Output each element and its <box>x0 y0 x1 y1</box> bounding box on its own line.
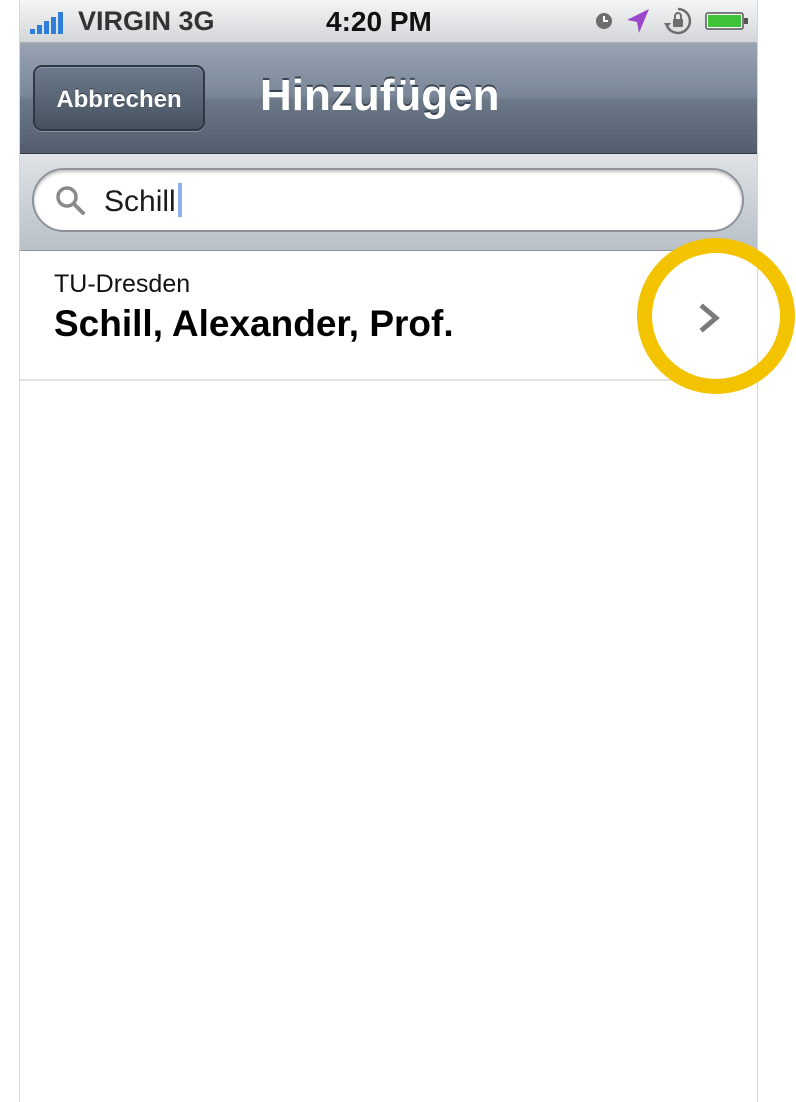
search-input-value: Schill <box>104 183 182 219</box>
carrier-name: VIRGIN 3G <box>78 6 215 36</box>
status-icons <box>595 6 749 36</box>
result-title: Schill, Alexander, Prof. <box>54 303 454 344</box>
screen: VIRGIN 3G 4:20 PM Abbrechen Hinzufügen S… <box>20 0 757 1102</box>
status-bar: VIRGIN 3G 4:20 PM <box>20 0 757 43</box>
battery-icon <box>705 12 748 30</box>
orientation-lock-icon <box>664 7 692 35</box>
search-icon <box>56 186 85 215</box>
signal-bars-icon <box>30 12 63 34</box>
clock-icon <box>596 13 612 29</box>
cancel-button[interactable]: Abbrechen <box>33 65 205 131</box>
status-time: 4:20 PM <box>326 6 432 37</box>
highlight-ring <box>637 238 795 394</box>
navigation-bar: Abbrechen Hinzufügen <box>20 43 757 154</box>
search-input[interactable]: Schill <box>32 168 744 232</box>
location-arrow-icon <box>627 9 649 33</box>
result-subtitle: TU-Dresden <box>54 270 191 298</box>
search-bar: Schill <box>20 154 757 251</box>
text-cursor <box>177 183 182 217</box>
page-title: Hinzufügen <box>260 71 500 120</box>
